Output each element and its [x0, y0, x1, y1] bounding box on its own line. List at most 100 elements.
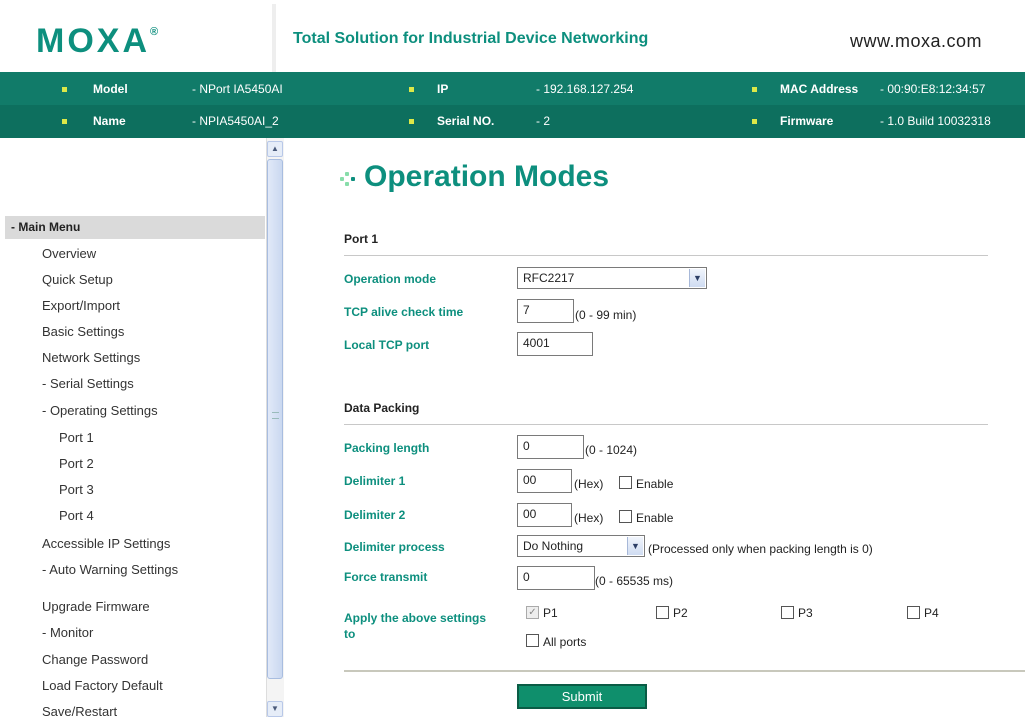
section-title-data-packing: Data Packing — [344, 401, 420, 415]
mac-value: - 00:90:E8:12:34:57 — [880, 82, 986, 96]
sidebar-item-quick-setup[interactable]: Quick Setup — [42, 272, 113, 287]
sidebar-item-upgrade-firmware[interactable]: Upgrade Firmware — [42, 599, 150, 614]
sidebar-item-port-2[interactable]: Port 2 — [59, 456, 94, 471]
name-label: Name — [93, 114, 126, 128]
delimiter-2-input[interactable]: 00 — [517, 503, 572, 527]
bullet-icon — [752, 119, 757, 124]
apply-settings-label-line2: to — [344, 627, 356, 641]
bullet-icon — [409, 87, 414, 92]
packing-length-hint: (0 - 1024) — [585, 443, 638, 457]
delimiter-process-select[interactable]: Do Nothing ▼ — [517, 535, 645, 557]
sidebar-scrollbar[interactable]: ▲ ▼ — [266, 138, 284, 717]
chevron-down-icon: ▼ — [689, 269, 705, 287]
sidebar-item-network-settings[interactable]: Network Settings — [42, 350, 140, 365]
packing-length-label: Packing length — [344, 441, 430, 455]
section-divider — [344, 424, 988, 425]
ip-label: IP — [437, 82, 449, 96]
title-dots-icon — [340, 171, 360, 187]
firmware-label: Firmware — [780, 114, 834, 128]
delimiter-1-input[interactable]: 00 — [517, 469, 572, 493]
port-4-checkbox[interactable] — [907, 606, 920, 619]
delimiter-2-label: Delimiter 2 — [344, 508, 406, 522]
force-transmit-input[interactable]: 0 — [517, 566, 595, 590]
operation-mode-select[interactable]: RFC2217 ▼ — [517, 267, 707, 289]
packing-length-input[interactable]: 0 — [517, 435, 584, 459]
tcp-alive-hint: (0 - 99 min) — [575, 308, 637, 322]
delimiter-1-label: Delimiter 1 — [344, 474, 406, 488]
ip-value: - 192.168.127.254 — [536, 82, 634, 96]
port-2-checkbox[interactable] — [656, 606, 669, 619]
firmware-value: - 1.0 Build 10032318 — [880, 114, 991, 128]
website-url: www.moxa.com — [850, 31, 983, 51]
force-transmit-label: Force transmit — [344, 570, 428, 584]
device-info-row: Model - NPort IA5450AI IP - 192.168.127.… — [0, 72, 1025, 105]
model-value: - NPort IA5450AI — [192, 82, 283, 96]
main-content: Operation Modes Port 1 Operation mode RF… — [284, 138, 1025, 717]
sidebar-item-port-4[interactable]: Port 4 — [59, 508, 94, 523]
operation-mode-label: Operation mode — [344, 272, 437, 286]
port-3-checkbox[interactable] — [781, 606, 794, 619]
all-ports-checkbox[interactable] — [526, 634, 539, 647]
port-1-label: P1 — [543, 606, 558, 620]
delimiter-1-hex-hint: (Hex) — [574, 477, 604, 491]
sidebar-item-monitor[interactable]: - Monitor — [42, 625, 93, 640]
bullet-icon — [752, 87, 757, 92]
local-tcp-port-label: Local TCP port — [344, 338, 430, 352]
model-label: Model — [93, 82, 128, 96]
scroll-up-icon[interactable]: ▲ — [267, 141, 283, 157]
device-info-bar: Model - NPort IA5450AI IP - 192.168.127.… — [0, 72, 1025, 138]
main-menu-header[interactable]: - Main Menu — [5, 216, 265, 239]
section-divider — [344, 255, 988, 256]
all-ports-label: All ports — [543, 635, 587, 649]
scroll-thumb[interactable] — [267, 159, 283, 679]
sidebar-item-change-password[interactable]: Change Password — [42, 652, 148, 667]
delimiter-process-label: Delimiter process — [344, 540, 445, 554]
page-title: Operation Modes — [364, 160, 610, 193]
name-value: - NPIA5450AI_2 — [192, 114, 279, 128]
delimiter-process-value: Do Nothing — [523, 539, 584, 553]
port-2-label: P2 — [673, 606, 688, 620]
serial-label: Serial NO. — [437, 114, 495, 128]
sidebar-item-basic-settings[interactable]: Basic Settings — [42, 324, 124, 339]
sidebar: - Main Menu Overview Quick Setup Export/… — [0, 138, 265, 717]
serial-value: - 2 — [536, 114, 551, 128]
sidebar-item-auto-warning-settings[interactable]: - Auto Warning Settings — [42, 562, 178, 577]
port-3-label: P3 — [798, 606, 813, 620]
force-transmit-hint: (0 - 65535 ms) — [595, 574, 674, 588]
port-4-label: P4 — [924, 606, 939, 620]
submit-button[interactable]: Submit — [517, 684, 647, 709]
port-1-checkbox[interactable]: ✓ — [526, 606, 539, 619]
tcp-alive-label: TCP alive check time — [344, 305, 464, 319]
moxa-logo: MOXA® — [36, 22, 159, 60]
sidebar-item-port-3[interactable]: Port 3 — [59, 482, 94, 497]
delimiter-2-hex-hint: (Hex) — [574, 511, 604, 525]
sidebar-item-port-1[interactable]: Port 1 — [59, 430, 94, 445]
apply-settings-label: Apply the above settings — [344, 611, 487, 625]
header-tagline: Total Solution for Industrial Device Net… — [293, 30, 649, 47]
header-divider — [272, 4, 276, 72]
local-tcp-port-input[interactable]: 4001 — [517, 332, 593, 356]
form-divider — [344, 670, 1025, 672]
sidebar-item-serial-settings[interactable]: - Serial Settings — [42, 376, 134, 391]
delimiter-2-enable-label: Enable — [636, 511, 674, 525]
tcp-alive-input[interactable]: 7 — [517, 299, 574, 323]
sidebar-item-accessible-ip-settings[interactable]: Accessible IP Settings — [42, 536, 170, 551]
header: MOXA® Total Solution for Industrial Devi… — [0, 0, 1025, 72]
operation-mode-value: RFC2217 — [523, 271, 575, 285]
sidebar-item-overview[interactable]: Overview — [42, 246, 96, 261]
mac-label: MAC Address — [780, 82, 859, 96]
delimiter-1-enable-checkbox[interactable] — [619, 476, 632, 489]
sidebar-item-save-restart[interactable]: Save/Restart — [42, 704, 117, 717]
delimiter-2-enable-checkbox[interactable] — [619, 510, 632, 523]
chevron-down-icon: ▼ — [627, 537, 643, 555]
sidebar-item-export-import[interactable]: Export/Import — [42, 298, 120, 313]
bullet-icon — [409, 119, 414, 124]
grip-icon — [272, 412, 279, 419]
sidebar-item-load-factory-default[interactable]: Load Factory Default — [42, 678, 163, 693]
sidebar-item-operating-settings[interactable]: - Operating Settings — [42, 403, 158, 418]
bullet-icon — [62, 87, 67, 92]
bullet-icon — [62, 119, 67, 124]
device-info-row: Name - NPIA5450AI_2 Serial NO. - 2 Firmw… — [0, 105, 1025, 138]
delimiter-1-enable-label: Enable — [636, 477, 674, 491]
scroll-down-icon[interactable]: ▼ — [267, 701, 283, 717]
